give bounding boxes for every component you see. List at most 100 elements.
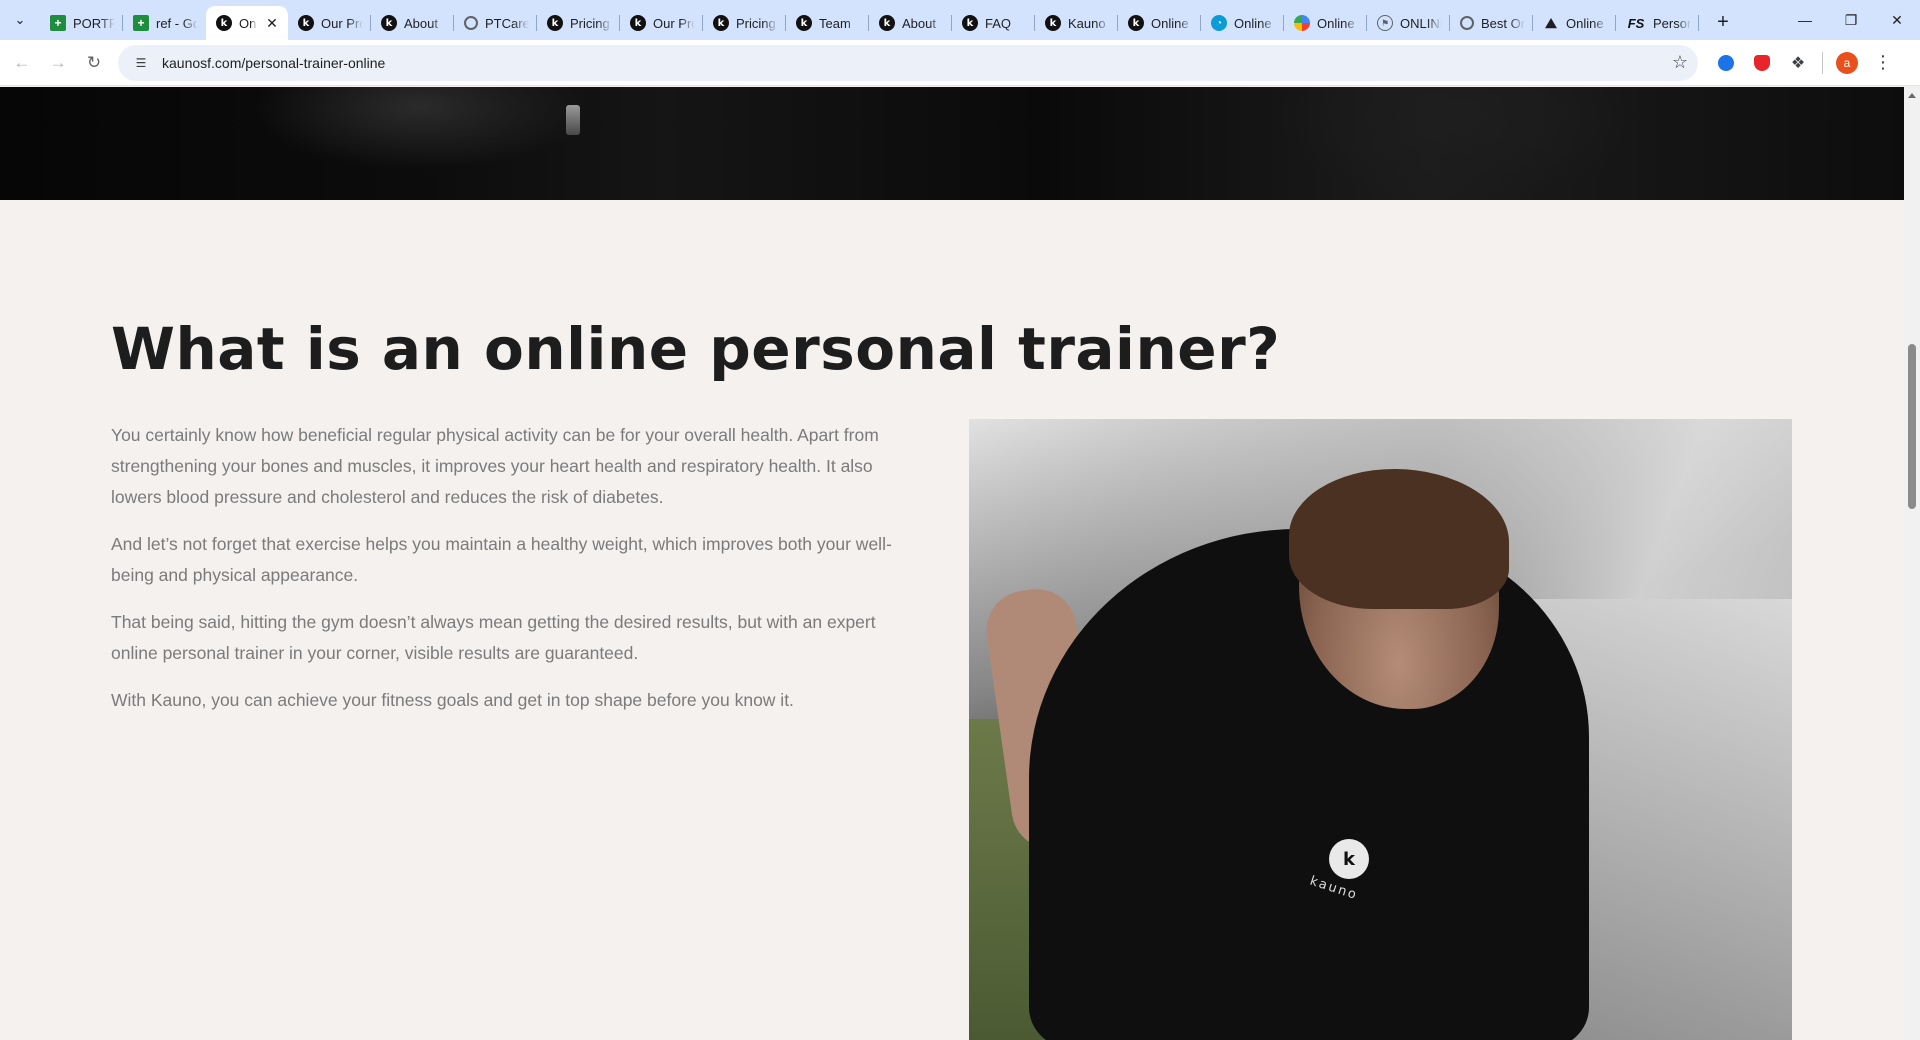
browser-tab[interactable]: k Online (1118, 6, 1201, 40)
paragraph: And let’s not forget that exercise helps… (111, 534, 892, 585)
globe-icon (1460, 16, 1474, 30)
kauno-icon: k (962, 15, 978, 31)
tab-list: + PORTFOLIO + ref - Google Sheets k Online Pe… (40, 0, 1699, 40)
sheets-icon: + (133, 15, 149, 31)
browser-tab[interactable]: ⚑ ONLINE (1367, 6, 1450, 40)
browser-tab[interactable]: k FAQ (952, 6, 1035, 40)
tab-label: About (404, 15, 438, 31)
tab-label: ref - Google Sheets (156, 15, 198, 31)
kauno-logo-badge: k (1329, 839, 1369, 879)
hero-image-bottom (0, 87, 1904, 200)
address-url[interactable]: kaunosf.com/personal-trainer-online (162, 55, 1672, 71)
browser-tab[interactable]: ⛰ Online (1533, 6, 1616, 40)
back-arrow-icon[interactable]: ← (4, 45, 40, 81)
extension-blue-icon[interactable] (1708, 45, 1744, 81)
tab-label: Kauno (1068, 15, 1106, 31)
tab-label: Personal (1653, 15, 1691, 31)
tab-label: Our Programs (321, 15, 363, 31)
browser-tab[interactable]: PTCareers (454, 6, 537, 40)
scroll-up-arrow-icon[interactable] (1908, 93, 1916, 98)
kauno-icon: k (1128, 15, 1144, 31)
site-info-tune-icon[interactable]: ☰ (130, 52, 152, 74)
tab-label: Pricing (570, 15, 610, 31)
browser-tab[interactable]: + ref - Google Sheets (123, 6, 206, 40)
close-window-icon[interactable]: ✕ (1874, 0, 1920, 40)
tab-label: Best Online (1481, 15, 1525, 31)
photo-hair (1289, 469, 1509, 609)
browser-tab[interactable]: ◔ Online (1201, 6, 1284, 40)
forward-arrow-icon[interactable]: → (40, 45, 76, 81)
tab-label: Online (1151, 15, 1189, 31)
section-body: You certainly know how beneficial regula… (111, 420, 921, 732)
browser-tab[interactable]: Online (1284, 6, 1367, 40)
kauno-icon: k (381, 15, 397, 31)
browser-tab[interactable]: k Our Programs (288, 6, 371, 40)
close-tab-icon[interactable]: ✕ (264, 15, 280, 31)
extensions-puzzle-icon[interactable]: ❖ (1780, 45, 1816, 81)
address-bar[interactable]: ☰ kaunosf.com/personal-trainer-online ☆ (118, 44, 1698, 81)
fs-icon: FS (1627, 15, 1645, 31)
tab-label: Our Programs (653, 15, 695, 31)
tab-label: Online Personal Trainer (239, 15, 257, 31)
browser-tab[interactable]: k About (869, 6, 952, 40)
tab-search-chevron-icon[interactable]: ⌄ (0, 0, 40, 40)
globe-icon (464, 16, 478, 30)
kauno-icon: k (879, 15, 895, 31)
sheets-icon: + (50, 15, 66, 31)
section-title: What is an online personal trainer? (111, 315, 1281, 383)
dial-icon: ◔ (1211, 15, 1227, 31)
window-controls: — ❐ ✕ (1782, 0, 1920, 40)
kauno-icon: k (796, 15, 812, 31)
browser-tab[interactable]: k About (371, 6, 454, 40)
browser-tab[interactable]: k Kauno (1035, 6, 1118, 40)
kauno-icon: k (713, 15, 729, 31)
tab-strip: ⌄ + PORTFOLIO + ref - Google Sheets k Online … (0, 0, 1920, 40)
pin-icon: ⚑ (1377, 15, 1393, 31)
paragraph: With Kauno, you can achieve your fitness… (111, 690, 794, 710)
browser-tab[interactable]: k Online Personal Trainer ✕ (206, 6, 288, 40)
browser-tab[interactable]: k Our Programs (620, 6, 703, 40)
new-tab-plus-icon[interactable]: + (1705, 4, 1741, 40)
browser-menu-icon[interactable]: ⋮ (1865, 45, 1901, 81)
paragraph: That being said, hitting the gym doesn’t… (111, 612, 876, 663)
bookmark-star-icon[interactable]: ☆ (1672, 52, 1688, 73)
tab-label: FAQ (985, 15, 1012, 31)
kauno-icon: k (630, 15, 646, 31)
restore-icon[interactable]: ❐ (1828, 0, 1874, 40)
browser-tab[interactable]: k Pricing (537, 6, 620, 40)
browser-toolbar: ← → ↻ ☰ kaunosf.com/personal-trainer-onl… (0, 40, 1920, 86)
tab-label: Team (819, 15, 851, 31)
browser-tab[interactable]: FS Personal (1616, 6, 1699, 40)
kauno-icon: k (216, 15, 232, 31)
tab-label: ONLINE (1400, 15, 1442, 31)
browser-tab[interactable]: + PORTFOLIO (40, 6, 123, 40)
browser-tab[interactable]: Best Online (1450, 6, 1533, 40)
tab-label: About (902, 15, 936, 31)
mountain-icon: ⛰ (1545, 14, 1557, 31)
scrollbar-thumb[interactable] (1908, 344, 1916, 509)
kauno-icon: k (298, 15, 314, 31)
paragraph: You certainly know how beneficial regula… (111, 425, 879, 507)
minimize-icon[interactable]: — (1782, 0, 1828, 40)
toolbar-divider (1822, 51, 1823, 74)
reload-icon[interactable]: ↻ (76, 45, 112, 81)
tab-separator (1698, 15, 1699, 31)
colored-globe-icon (1294, 15, 1310, 31)
kauno-icon: k (547, 15, 563, 31)
tab-label: PTCareers (485, 15, 529, 31)
avatar-letter: a (1836, 51, 1858, 74)
profile-avatar[interactable]: a (1829, 45, 1865, 81)
tab-label: Online (1566, 15, 1604, 31)
tab-label: Pricing (736, 15, 776, 31)
tab-label: Online (1234, 15, 1272, 31)
page-viewport: What is an online personal trainer? You … (0, 87, 1904, 1040)
page-scrollbar[interactable] (1904, 87, 1920, 1040)
browser-tab[interactable]: k Team (786, 6, 869, 40)
extension-shield-icon[interactable] (1744, 45, 1780, 81)
tab-label: PORTFOLIO (73, 15, 115, 31)
tab-label: Online (1317, 15, 1355, 31)
kauno-icon: k (1045, 15, 1061, 31)
browser-tab[interactable]: k Pricing (703, 6, 786, 40)
trainer-photo: k kauno (969, 419, 1792, 1040)
hero-image-glint (566, 105, 580, 135)
